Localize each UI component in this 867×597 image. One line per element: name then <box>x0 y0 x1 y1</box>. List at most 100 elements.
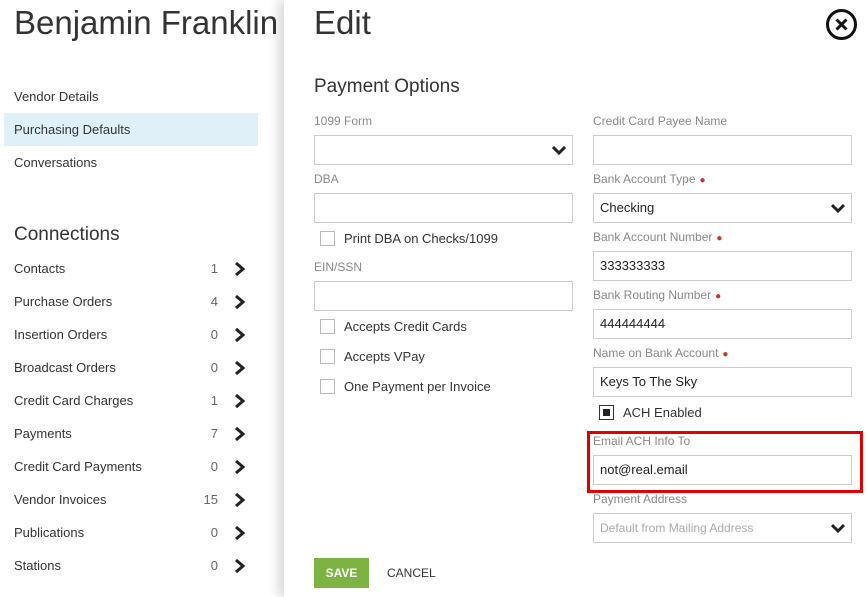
payment-address-label: Payment Address <box>593 492 688 506</box>
chevron-right-icon[interactable] <box>234 295 246 309</box>
print-dba-checkbox[interactable]: Print DBA on Checks/1099 <box>320 231 498 246</box>
panel-title: Edit <box>314 4 371 41</box>
name-on-account-label: Name on Bank Account ● <box>593 346 728 360</box>
checkbox-box[interactable] <box>320 349 335 364</box>
checkbox-box[interactable] <box>320 379 335 394</box>
chevron-right-icon[interactable] <box>234 460 246 474</box>
connection-count: 0 <box>210 558 218 573</box>
connection-label: Payments <box>14 426 72 441</box>
chevron-right-icon[interactable] <box>234 262 246 276</box>
chevron-right-icon[interactable] <box>234 559 246 573</box>
connection-count: 0 <box>210 360 218 375</box>
connection-label: Broadcast Orders <box>14 360 116 375</box>
connection-row[interactable]: Credit Card Charges 1 <box>14 384 254 417</box>
bank-type-select[interactable]: Checking <box>593 193 852 223</box>
connection-label: Publications <box>14 525 85 540</box>
name-on-account-input[interactable]: Keys To The Sky <box>593 367 852 397</box>
connection-row[interactable]: Purchase Orders 4 <box>14 285 254 318</box>
connection-count: 0 <box>210 525 218 540</box>
bank-number-input[interactable]: 333333333 <box>593 251 852 281</box>
nav-purchasing-defaults[interactable]: Purchasing Defaults <box>4 113 258 146</box>
routing-label: Bank Routing Number ● <box>593 288 721 302</box>
close-icon <box>835 18 848 31</box>
section-title: Payment Options <box>314 76 460 97</box>
dba-label: DBA <box>314 172 339 186</box>
checkbox-box[interactable] <box>320 319 335 334</box>
connection-label: Purchase Orders <box>14 294 113 309</box>
connection-count: 15 <box>203 492 218 507</box>
vendor-page: Benjamin Franklin Vendor Details Purchas… <box>0 0 290 597</box>
dba-input[interactable] <box>314 193 573 223</box>
vendor-title: Benjamin Franklin <box>14 4 279 41</box>
connection-count: 1 <box>210 393 218 408</box>
chevron-down-icon <box>831 203 845 213</box>
print-dba-label: Print DBA on Checks/1099 <box>344 231 498 246</box>
save-button[interactable]: SAVE <box>314 558 369 588</box>
required-dot-icon: ● <box>722 349 729 360</box>
accepts-vpay-label: Accepts VPay <box>344 349 425 364</box>
chevron-right-icon[interactable] <box>234 427 246 441</box>
connection-label: Contacts <box>14 261 66 276</box>
cc-payee-label: Credit Card Payee Name <box>593 114 728 128</box>
connection-label: Vendor Invoices <box>14 492 107 507</box>
connection-row[interactable]: Contacts 1 <box>14 252 254 285</box>
connections-heading: Connections <box>14 224 120 245</box>
connection-label: Credit Card Charges <box>14 393 134 408</box>
connection-count: 0 <box>210 327 218 342</box>
ach-enabled-label: ACH Enabled <box>623 405 702 420</box>
bank-type-label-text: Bank Account Type <box>593 172 696 186</box>
chevron-right-icon[interactable] <box>234 361 246 375</box>
chevron-right-icon[interactable] <box>234 328 246 342</box>
nav-vendor-details[interactable]: Vendor Details <box>4 80 258 113</box>
chevron-right-icon[interactable] <box>234 526 246 540</box>
connection-count: 0 <box>210 459 218 474</box>
checkbox-box[interactable] <box>599 405 614 420</box>
form1099-label: 1099 Form <box>314 114 373 128</box>
bank-type-label: Bank Account Type ● <box>593 172 706 186</box>
bank-number-label: Bank Account Number ● <box>593 230 722 244</box>
connection-label: Credit Card Payments <box>14 459 142 474</box>
payment-address-select[interactable]: Default from Mailing Address <box>593 513 852 543</box>
chevron-down-icon <box>552 145 566 155</box>
one-payment-label: One Payment per Invoice <box>344 379 491 394</box>
one-payment-checkbox[interactable]: One Payment per Invoice <box>320 379 491 394</box>
connection-row[interactable]: Payments 7 <box>14 417 254 450</box>
edit-panel: Edit Payment Options 1099 Form DBA Print… <box>284 0 867 597</box>
routing-label-text: Bank Routing Number <box>593 288 712 302</box>
routing-input[interactable]: 444444444 <box>593 309 852 339</box>
cancel-button[interactable]: CANCEL <box>387 558 436 588</box>
required-dot-icon: ● <box>716 233 723 244</box>
chevron-right-icon[interactable] <box>234 394 246 408</box>
connection-row[interactable]: Insertion Orders 0 <box>14 318 254 351</box>
ein-label: EIN/SSN <box>314 260 363 274</box>
payment-address-placeholder: Default from Mailing Address <box>600 521 754 535</box>
name-on-account-label-text: Name on Bank Account <box>593 346 719 360</box>
ach-enabled-checkbox[interactable]: ACH Enabled <box>599 405 702 420</box>
close-button[interactable] <box>826 9 857 40</box>
connection-row[interactable]: Vendor Invoices 15 <box>14 483 254 516</box>
required-dot-icon: ● <box>699 175 706 186</box>
form1099-select[interactable] <box>314 135 573 165</box>
accepts-credit-cards-label: Accepts Credit Cards <box>344 319 467 334</box>
connection-row[interactable]: Broadcast Orders 0 <box>14 351 254 384</box>
required-dot-icon: ● <box>715 291 722 302</box>
chevron-down-icon <box>831 523 845 533</box>
connection-label: Insertion Orders <box>14 327 108 342</box>
highlight-box <box>587 431 863 493</box>
connection-row[interactable]: Stations 0 <box>14 549 254 582</box>
nav-conversations[interactable]: Conversations <box>4 146 258 179</box>
bank-number-label-text: Bank Account Number <box>593 230 713 244</box>
vendor-nav: Vendor Details Purchasing Defaults Conve… <box>4 80 258 179</box>
connection-count: 4 <box>210 294 218 309</box>
accepts-vpay-checkbox[interactable]: Accepts VPay <box>320 349 425 364</box>
connection-row[interactable]: Publications 0 <box>14 516 254 549</box>
bank-type-value: Checking <box>600 200 655 215</box>
cc-payee-input[interactable] <box>593 135 852 165</box>
connections-list: Contacts 1 Purchase Orders 4 Insertion O… <box>14 252 254 582</box>
connection-row[interactable]: Credit Card Payments 0 <box>14 450 254 483</box>
connection-count: 1 <box>210 261 218 276</box>
chevron-right-icon[interactable] <box>234 493 246 507</box>
checkbox-box[interactable] <box>320 231 335 246</box>
ein-input[interactable] <box>314 281 573 311</box>
accepts-credit-cards-checkbox[interactable]: Accepts Credit Cards <box>320 319 467 334</box>
